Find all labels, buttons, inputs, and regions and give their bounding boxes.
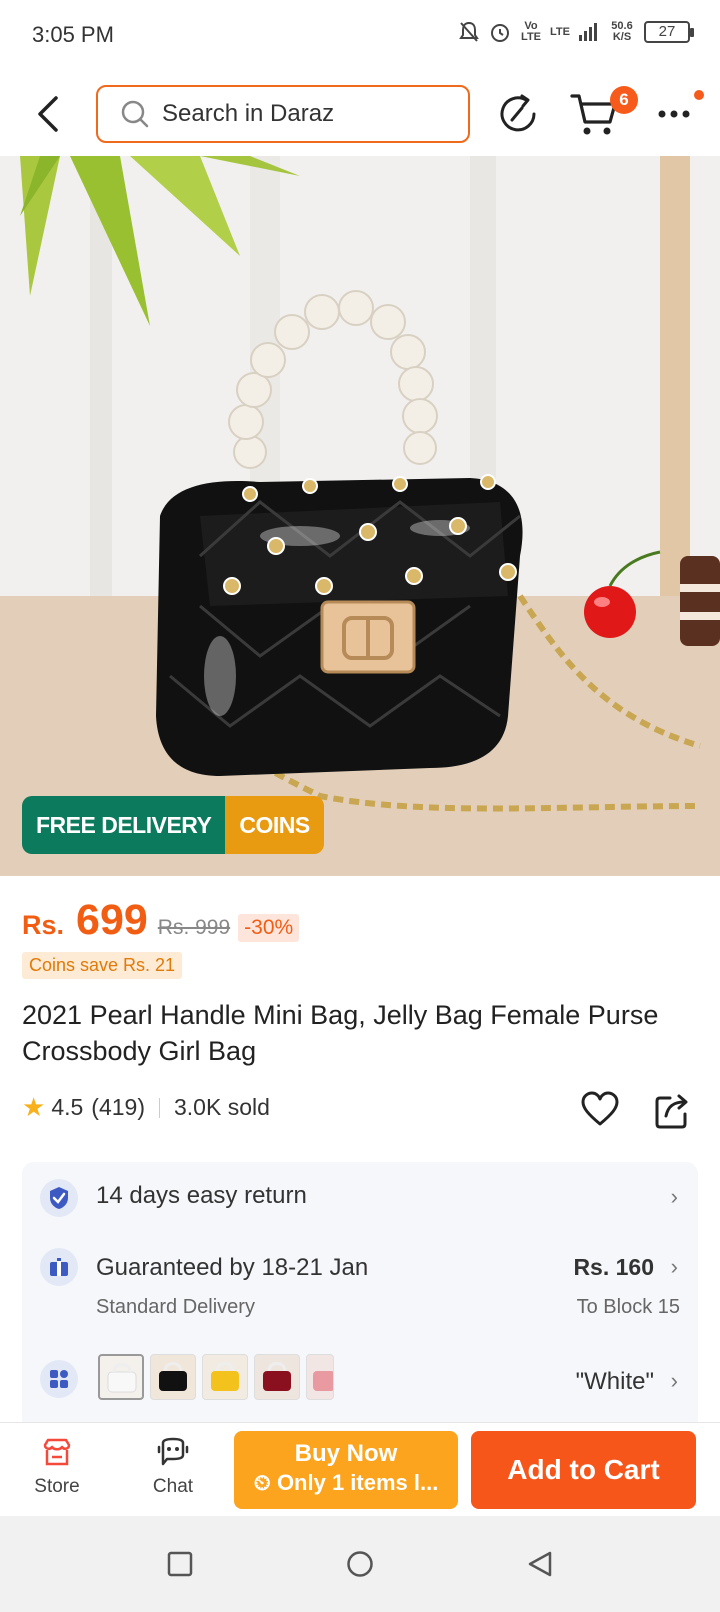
variant-thumb-yellow[interactable] [202, 1354, 248, 1400]
free-delivery-badge: FREE DELIVERY [22, 796, 226, 854]
returns-row[interactable]: 14 days easy return › [22, 1162, 698, 1232]
delivery-date-text: Guaranteed by 18-21 Jan [96, 1254, 369, 1281]
variant-grid-icon [40, 1360, 78, 1398]
history-button[interactable] [496, 92, 540, 136]
chat-icon [157, 1437, 189, 1466]
home-button[interactable] [346, 1550, 374, 1583]
recents-button[interactable] [166, 1550, 194, 1583]
price-currency: Rs. [22, 910, 65, 940]
delivery-type-text: Standard Delivery [96, 1296, 255, 1318]
header: Search in Daraz 6 [0, 72, 720, 156]
returns-text: 14 days easy return [96, 1182, 307, 1209]
share-button[interactable] [654, 1092, 690, 1130]
buy-now-label: Buy Now [294, 1440, 398, 1467]
variant-thumb-pink[interactable] [306, 1354, 334, 1400]
sold-count: 3.0K sold [174, 1094, 270, 1120]
product-image[interactable]: FREE DELIVERY COINS [0, 156, 720, 876]
circle-icon [347, 1551, 373, 1577]
divider [159, 1097, 160, 1118]
more-options-button[interactable] [654, 100, 698, 128]
coins-save-badge: Coins save Rs. 21 [22, 952, 183, 979]
search-placeholder: Search in Daraz [162, 100, 335, 127]
chat-label: Chat [152, 1476, 194, 1497]
network-speed-unit: K/S [612, 31, 632, 43]
variant-thumb-white[interactable] [98, 1354, 144, 1400]
variant-thumb-black[interactable] [150, 1354, 196, 1400]
service-info-card: 14 days easy return › Guaranteed by 18-2… [22, 1162, 698, 1422]
store-label: Store [34, 1476, 80, 1497]
rating-value: 4.5 [51, 1094, 84, 1120]
store-icon [43, 1438, 71, 1466]
chevron-left-icon [38, 96, 58, 132]
network-type: LTE [550, 25, 570, 38]
chevron-right-icon: › [670, 1254, 678, 1279]
status-time: 3:05 PM [32, 22, 114, 47]
battery-indicator: 27 [644, 21, 694, 43]
buy-now-stock-note: Only 1 items l... [276, 1470, 439, 1495]
status-icons: Vo LTE LTE 50.6 K/S 27 [458, 20, 694, 44]
mute-bell-icon [459, 21, 479, 42]
search-icon [121, 100, 149, 128]
discount-badge: -30% [238, 914, 300, 942]
cart-count-badge: 6 [610, 86, 638, 114]
star-icon: ★ [22, 1092, 46, 1122]
delivery-badge: FREE DELIVERY COINS [22, 796, 324, 854]
back-button[interactable] [30, 92, 70, 136]
delivery-row[interactable]: Guaranteed by 18-21 Jan Standard Deliver… [22, 1232, 698, 1332]
wishlist-button[interactable] [580, 1090, 620, 1130]
more-icon [658, 110, 690, 118]
delivery-fee: Rs. 160 [573, 1254, 654, 1280]
rating-row[interactable]: ★ 4.5 (419) 3.0K sold [22, 1092, 270, 1123]
heart-icon [581, 1091, 619, 1126]
share-icon [655, 1094, 688, 1129]
back-system-button[interactable] [526, 1550, 554, 1583]
add-to-cart-button[interactable]: Add to Cart [471, 1431, 696, 1509]
delivery-location: To Block 15 [576, 1296, 680, 1318]
square-icon [167, 1551, 193, 1577]
product-title: 2021 Pearl Handle Mini Bag, Jelly Bag Fe… [22, 1000, 659, 1066]
price-row: Rs. 699 Rs. 999 -30% [22, 896, 300, 945]
variant-selected: "White" [575, 1368, 654, 1395]
alarm-icon [491, 24, 510, 42]
system-navigation-bar [0, 1516, 720, 1612]
triangle-back-icon [528, 1551, 552, 1577]
search-input[interactable]: Search in Daraz [96, 85, 470, 143]
store-button[interactable]: Store [24, 1437, 90, 1498]
delivery-box-icon [40, 1248, 78, 1286]
return-shield-icon [40, 1179, 78, 1217]
bottom-action-bar: Store Chat Buy Now ⏲ Only 1 items l... A… [0, 1422, 720, 1516]
review-count: (419) [91, 1094, 145, 1120]
buy-now-button[interactable]: Buy Now ⏲ Only 1 items l... [234, 1431, 458, 1509]
notification-dot [694, 90, 704, 100]
price-current: 699 [76, 896, 148, 944]
status-bar: 3:05 PM Vo LTE LTE 50.6 K/S 27 [0, 0, 720, 72]
product-photo [0, 156, 720, 876]
variant-thumb-red[interactable] [254, 1354, 300, 1400]
chevron-right-icon: › [670, 1184, 678, 1209]
variant-row[interactable]: "White" › [22, 1354, 698, 1414]
coins-badge: COINS [225, 796, 324, 854]
chat-button[interactable]: Chat [140, 1437, 206, 1498]
signal-icon [579, 23, 597, 41]
price-original: Rs. 999 [157, 916, 231, 939]
volte-label: Vo LTE [521, 20, 542, 43]
refresh-history-icon [500, 94, 536, 132]
clock-icon: ⏲ [253, 1470, 277, 1495]
chevron-right-icon: › [670, 1368, 678, 1393]
